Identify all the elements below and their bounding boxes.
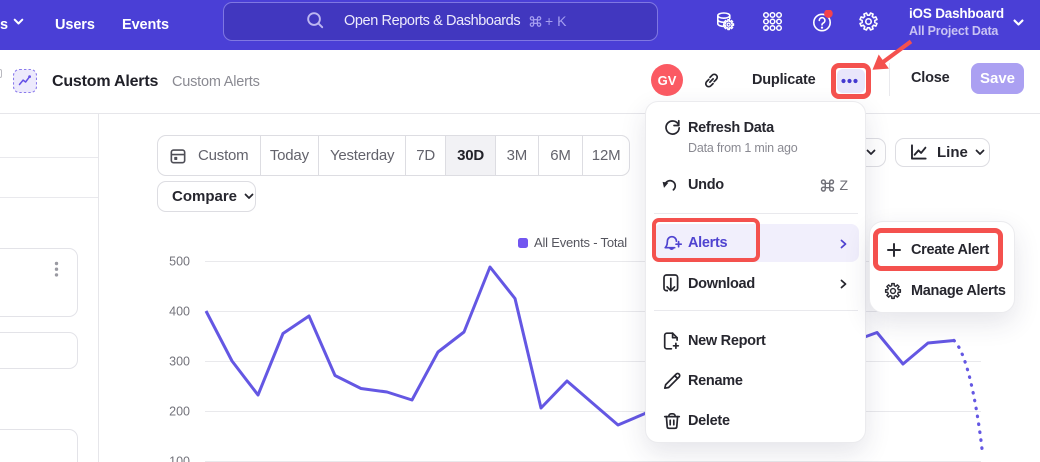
svg-text:All Events - Total: All Events - Total [534,235,627,250]
svg-text:500: 500 [169,255,190,269]
svg-text:400: 400 [169,305,190,319]
svg-text:200: 200 [169,405,190,419]
svg-text:300: 300 [169,355,190,369]
svg-text:100: 100 [169,455,190,462]
